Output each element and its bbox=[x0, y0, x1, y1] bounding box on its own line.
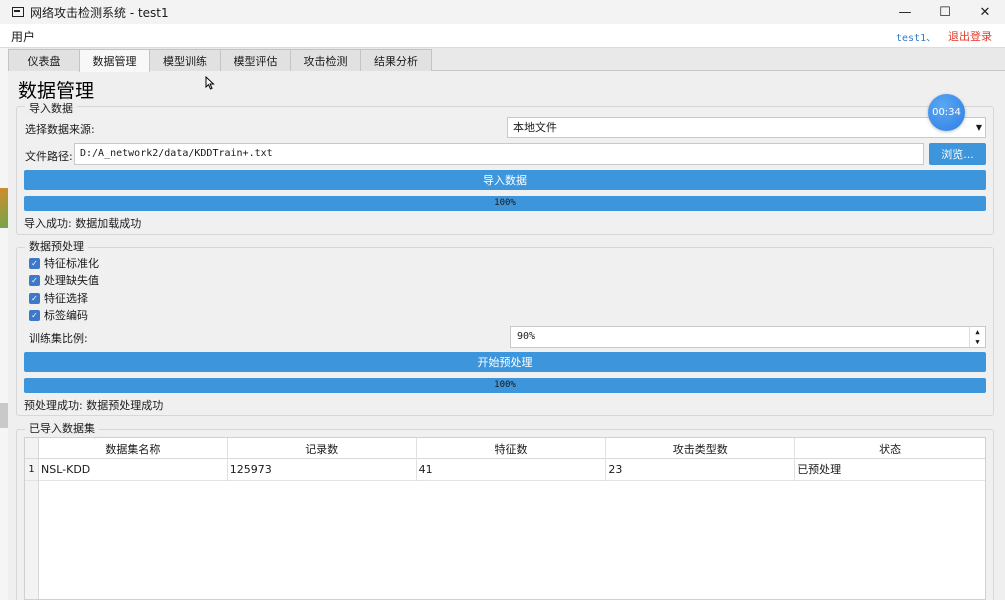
close-button[interactable]: ✕ bbox=[965, 0, 1005, 24]
cell-record-count[interactable]: 125973 bbox=[228, 459, 417, 481]
option-label-encoding[interactable]: ✓ 标签编码 bbox=[29, 307, 88, 323]
chevron-down-icon: ▼ bbox=[975, 123, 983, 132]
checkbox-checked-icon[interactable]: ✓ bbox=[29, 309, 40, 321]
import-group-title: 导入数据 bbox=[25, 100, 77, 116]
browse-button[interactable]: 浏览... bbox=[929, 143, 986, 165]
tab-model-training[interactable]: 模型训练 bbox=[149, 49, 221, 71]
tab-model-evaluation[interactable]: 模型评估 bbox=[220, 49, 291, 71]
import-data-button[interactable]: 导入数据 bbox=[24, 170, 986, 190]
option-standardize[interactable]: ✓ 特征标准化 bbox=[29, 255, 99, 271]
option-feature-selection[interactable]: ✓ 特征选择 bbox=[29, 290, 88, 306]
row-number-column: 1 bbox=[25, 459, 39, 599]
option-label: 处理缺失值 bbox=[44, 274, 99, 287]
path-label: 文件路径: bbox=[25, 150, 73, 163]
spin-down-icon[interactable]: ▼ bbox=[970, 337, 985, 347]
checkbox-checked-icon[interactable]: ✓ bbox=[29, 257, 40, 269]
option-missing-values[interactable]: ✓ 处理缺失值 bbox=[29, 272, 99, 288]
tab-attack-detection[interactable]: 攻击检测 bbox=[290, 49, 361, 71]
current-user-link[interactable]: test1、 bbox=[896, 29, 936, 44]
tab-result-analysis[interactable]: 结果分析 bbox=[360, 49, 432, 71]
source-select-value: 本地文件 bbox=[513, 121, 557, 134]
page-title: 数据管理 bbox=[18, 80, 95, 102]
preprocess-progress-bar: 100% bbox=[24, 378, 986, 393]
column-header-records[interactable]: 记录数 bbox=[228, 438, 417, 459]
column-header-features[interactable]: 特征数 bbox=[417, 438, 607, 459]
option-label: 特征标准化 bbox=[44, 257, 99, 270]
tab-data-management[interactable]: 数据管理 bbox=[79, 49, 150, 72]
cell-dataset-name[interactable]: NSL-KDD bbox=[39, 459, 228, 481]
cell-attack-type-count[interactable]: 23 bbox=[606, 459, 796, 481]
import-status: 导入成功: 数据加载成功 bbox=[24, 217, 142, 230]
window-title: 网络攻击检测系统 - test1 bbox=[30, 5, 169, 20]
table-corner bbox=[25, 438, 39, 459]
menu-bar: 用户 test1、 退出登录 bbox=[0, 24, 1005, 48]
option-label: 特征选择 bbox=[44, 292, 88, 305]
import-progress-text: 100% bbox=[494, 198, 516, 208]
preprocess-group-title: 数据预处理 bbox=[25, 238, 88, 254]
source-label: 选择数据来源: bbox=[25, 123, 95, 136]
user-menu[interactable]: 用户 bbox=[11, 28, 35, 45]
minimize-button[interactable]: — bbox=[885, 0, 925, 24]
timer-badge[interactable]: 00:34 bbox=[928, 94, 965, 131]
column-header-attack-types[interactable]: 攻击类型数 bbox=[606, 438, 796, 459]
option-label: 标签编码 bbox=[44, 309, 88, 322]
checkbox-checked-icon[interactable]: ✓ bbox=[29, 292, 40, 304]
ratio-label: 训练集比例: bbox=[29, 332, 88, 345]
datasets-table: 数据集名称 记录数 特征数 攻击类型数 状态 1 NSL-KDD 125973 … bbox=[24, 437, 986, 600]
tab-bar: 仪表盘 数据管理 模型训练 模型评估 攻击检测 结果分析 bbox=[8, 49, 432, 72]
tab-dashboard[interactable]: 仪表盘 bbox=[8, 49, 80, 71]
cell-status[interactable]: 已预处理 bbox=[795, 459, 985, 481]
column-header-name[interactable]: 数据集名称 bbox=[39, 438, 228, 459]
spin-up-icon[interactable]: ▲ bbox=[970, 327, 985, 337]
preprocess-status: 预处理成功: 数据预处理成功 bbox=[24, 399, 164, 412]
spin-buttons: ▲ ▼ bbox=[969, 327, 985, 347]
background-window-edge bbox=[0, 48, 8, 600]
row-number[interactable]: 1 bbox=[25, 459, 38, 481]
path-input[interactable]: D:/A_network2/data/KDDTrain+.txt bbox=[74, 143, 924, 165]
datasets-group-title: 已导入数据集 bbox=[25, 420, 99, 436]
app-icon bbox=[12, 7, 24, 17]
table-header: 数据集名称 记录数 特征数 攻击类型数 状态 bbox=[39, 438, 985, 459]
window-controls: — ☐ ✕ bbox=[885, 0, 1005, 24]
source-select[interactable]: 本地文件 ▼ bbox=[507, 117, 986, 138]
import-progress-bar: 100% bbox=[24, 196, 986, 211]
maximize-button[interactable]: ☐ bbox=[925, 0, 965, 24]
cell-feature-count[interactable]: 41 bbox=[417, 459, 607, 481]
table-row[interactable]: NSL-KDD 125973 41 23 已预处理 bbox=[39, 459, 985, 481]
column-header-status[interactable]: 状态 bbox=[795, 438, 985, 459]
preprocess-progress-text: 100% bbox=[494, 380, 516, 390]
ratio-spinbox[interactable]: 90% ▲ ▼ bbox=[510, 326, 986, 348]
ratio-value: 90% bbox=[517, 331, 536, 342]
start-preprocess-button[interactable]: 开始预处理 bbox=[24, 352, 986, 372]
title-bar: 网络攻击检测系统 - test1 — ☐ ✕ bbox=[0, 0, 1005, 24]
checkbox-checked-icon[interactable]: ✓ bbox=[29, 274, 40, 286]
logout-link[interactable]: 退出登录 bbox=[948, 28, 992, 44]
